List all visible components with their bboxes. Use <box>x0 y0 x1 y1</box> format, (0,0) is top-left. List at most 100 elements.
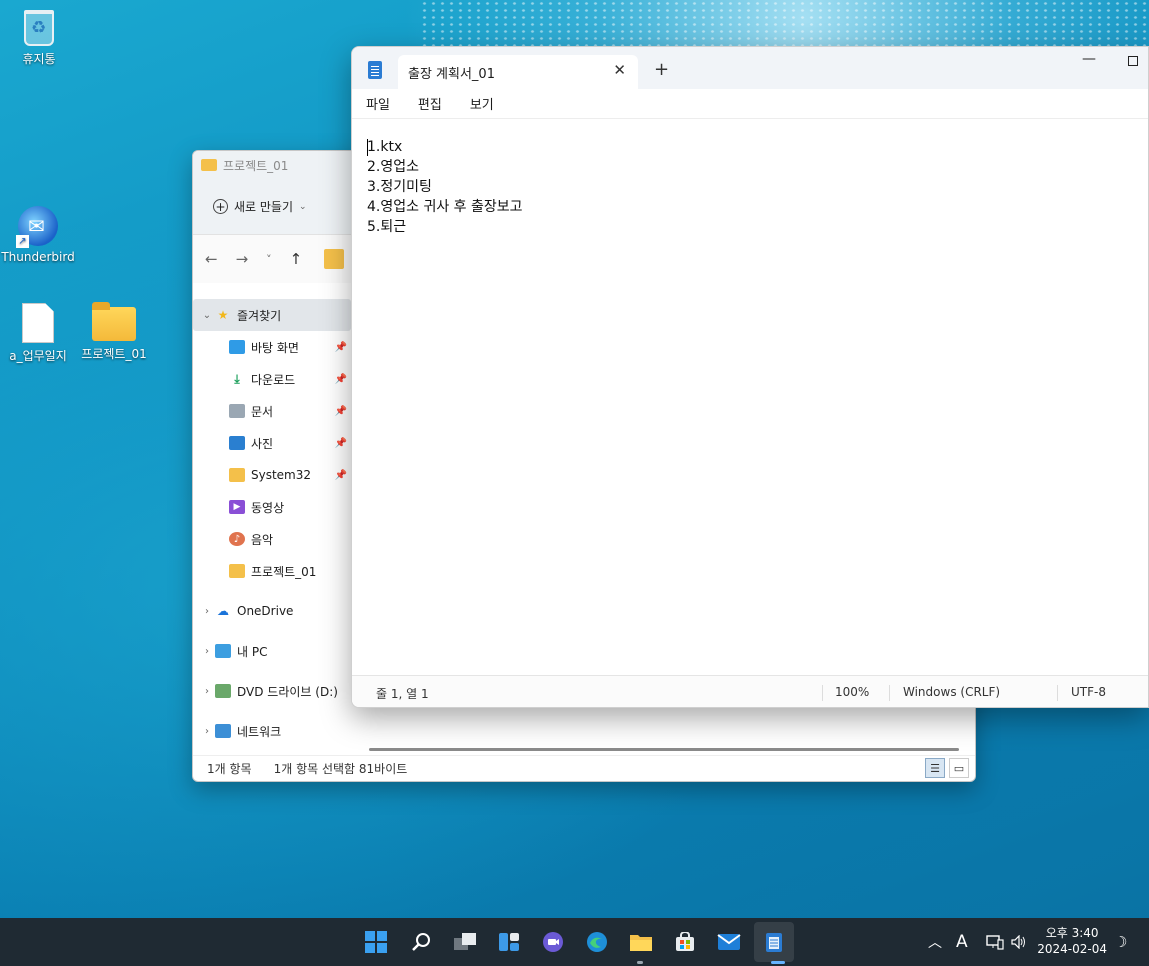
chat-icon[interactable] <box>541 930 565 954</box>
sidebar-item-desktop[interactable]: 바탕 화면 📌 <box>193 331 351 363</box>
cursor-position: 줄 1, 열 1 <box>376 687 429 701</box>
desktop-icon-thunderbird[interactable]: ↗ Thunderbird <box>1 206 75 264</box>
chevron-right-icon[interactable]: › <box>193 606 215 617</box>
notepad-tab[interactable]: 출장 계획서_01 ✕ <box>398 55 638 89</box>
plus-circle-icon: + <box>213 199 228 214</box>
sidebar-item-downloads[interactable]: ⤓ 다운로드 📌 <box>193 363 351 395</box>
sidebar-item-project[interactable]: 프로젝트_01 <box>193 555 351 587</box>
mail-icon[interactable] <box>717 930 741 954</box>
desktop-icon-recycle-bin[interactable]: 휴지통 <box>2 10 76 67</box>
file-explorer-taskbar-icon[interactable] <box>629 930 653 954</box>
chevron-right-icon[interactable]: › <box>193 646 215 657</box>
details-view-icon[interactable]: ☰ <box>925 758 945 778</box>
start-button[interactable] <box>364 930 388 954</box>
show-hidden-icons[interactable]: ︿ <box>928 918 942 966</box>
folder-icon <box>92 302 136 341</box>
store-icon[interactable] <box>673 930 697 954</box>
sidebar-item-label: DVD 드라이브 (D:) <box>237 684 338 699</box>
desktop-icon-work-log[interactable]: a_업무일지 <box>1 303 75 364</box>
sidebar-item-label: System32 <box>251 468 312 482</box>
task-view-icon[interactable] <box>453 930 477 954</box>
clock-time: 오후 3:40 <box>1045 926 1099 940</box>
notepad-tab-title: 출장 계획서_01 <box>408 66 495 82</box>
large-icons-view-icon[interactable]: ▭ <box>949 758 969 778</box>
sidebar-item-label: 프로젝트_01 <box>251 564 317 579</box>
maximize-icon[interactable] <box>1128 56 1138 66</box>
close-tab-icon[interactable]: ✕ <box>613 61 626 79</box>
volume-icon[interactable] <box>1011 918 1027 966</box>
pin-icon[interactable]: 📌 <box>335 406 347 417</box>
desktop-icon-project-folder[interactable]: 프로젝트_01 <box>77 302 151 362</box>
notepad-taskbar-icon[interactable] <box>762 930 786 954</box>
desktop-icon-label: Thunderbird <box>1 250 75 264</box>
windows-logo-icon <box>365 931 387 953</box>
desktop-icon-label: a_업무일지 <box>9 349 67 363</box>
minimize-icon[interactable]: — <box>1082 51 1096 67</box>
notepad-statusbar: 줄 1, 열 1 100% Windows (CRLF) UTF-8 <box>352 675 1148 707</box>
menu-file[interactable]: 파일 <box>366 94 390 113</box>
sidebar-item-onedrive[interactable]: › ☁ OneDrive <box>193 595 351 627</box>
video-icon: ▶ <box>229 500 245 514</box>
sidebar-item-pictures[interactable]: 사진 📌 <box>193 427 351 459</box>
text-line: 5.퇴근 <box>367 219 407 235</box>
moon-icon: ☽ <box>1114 933 1128 951</box>
menu-edit[interactable]: 편집 <box>418 94 442 113</box>
notepad-text-area[interactable]: 1.ktx 2.영업소 3.정기미팅 4.영업소 귀사 후 출장보고 5.퇴근 <box>352 119 1148 255</box>
notepad-titlebar[interactable]: 출장 계획서_01 ✕ + — <box>352 47 1148 89</box>
chevron-up-icon: ︿ <box>928 935 942 951</box>
view-toggle: ☰ ▭ <box>925 758 969 778</box>
notepad-app-icon <box>368 61 382 79</box>
notepad-window[interactable]: 출장 계획서_01 ✕ + — 파일 편집 보기 1.ktx 2.영업소 3.정… <box>351 46 1149 708</box>
folder-icon <box>229 468 245 482</box>
pin-icon[interactable]: 📌 <box>335 374 347 385</box>
horizontal-scrollbar[interactable] <box>369 748 959 751</box>
recent-dropdown-icon[interactable]: ˅ <box>266 253 272 266</box>
sidebar-item-music[interactable]: ♪ 음악 <box>193 523 351 555</box>
new-button[interactable]: + 새로 만들기 ⌄ <box>213 198 307 215</box>
line-ending: Windows (CRLF) <box>903 685 1001 699</box>
shortcut-arrow-icon: ↗ <box>16 235 29 248</box>
sidebar-item-system32[interactable]: System32 📌 <box>193 459 351 491</box>
star-icon: ★ <box>217 308 229 322</box>
up-arrow-icon[interactable]: ↑ <box>290 250 303 268</box>
address-folder-icon[interactable] <box>324 249 345 269</box>
sidebar-item-dvd-drive[interactable]: › DVD 드라이브 (D:) <box>193 675 351 707</box>
folder-icon <box>229 564 245 578</box>
chevron-right-icon[interactable]: › <box>193 686 215 697</box>
pin-icon[interactable]: 📌 <box>335 470 347 481</box>
chevron-right-icon[interactable]: › <box>193 726 215 737</box>
ime-indicator[interactable]: A <box>956 918 968 966</box>
sidebar-item-network[interactable]: › 네트워크 <box>193 715 351 747</box>
clock-date: 2024-02-04 <box>1037 942 1107 956</box>
new-button-label: 새로 만들기 <box>234 200 294 214</box>
selection-info: 1개 항목 선택함 81바이트 <box>273 762 408 776</box>
search-icon[interactable] <box>409 930 433 954</box>
edge-browser-icon[interactable] <box>585 930 609 954</box>
sidebar-item-documents[interactable]: 문서 📌 <box>193 395 351 427</box>
taskbar: ︿ A 오후 3:40 2024-02-04 ☽ <box>0 918 1149 966</box>
music-icon: ♪ <box>229 532 245 546</box>
pin-icon[interactable]: 📌 <box>335 438 347 449</box>
sidebar-item-label: 네트워크 <box>237 724 282 739</box>
document-icon <box>229 404 245 418</box>
notification-icon[interactable]: ☽ <box>1114 918 1127 966</box>
sidebar-item-label: 내 PC <box>237 644 268 659</box>
running-indicator <box>771 961 785 964</box>
sidebar-item-favorites[interactable]: ⌄ ★ 즐겨찾기 <box>193 299 351 331</box>
sidebar-item-videos[interactable]: ▶ 동영상 <box>193 491 351 523</box>
network-status-icon[interactable] <box>986 918 1004 966</box>
navigation-pane: ⌄ ★ 즐겨찾기 바탕 화면 📌 ⤓ 다운로드 📌 문서 📌 사진 📌 Syst… <box>193 299 351 747</box>
sidebar-item-this-pc[interactable]: › 내 PC <box>193 635 351 667</box>
status-divider <box>1057 685 1058 701</box>
menu-view[interactable]: 보기 <box>470 94 494 113</box>
forward-arrow-icon[interactable]: → <box>236 250 249 268</box>
back-arrow-icon[interactable]: ← <box>205 250 218 268</box>
new-tab-icon[interactable]: + <box>654 59 669 80</box>
system-clock[interactable]: 오후 3:40 2024-02-04 <box>1037 925 1107 957</box>
widgets-icon[interactable] <box>497 930 521 954</box>
ime-mode: A <box>956 932 968 952</box>
chevron-down-icon[interactable]: ⌄ <box>193 310 215 321</box>
folder-icon <box>201 159 217 171</box>
pin-icon[interactable]: 📌 <box>335 342 347 353</box>
download-icon: ⤓ <box>234 371 240 386</box>
